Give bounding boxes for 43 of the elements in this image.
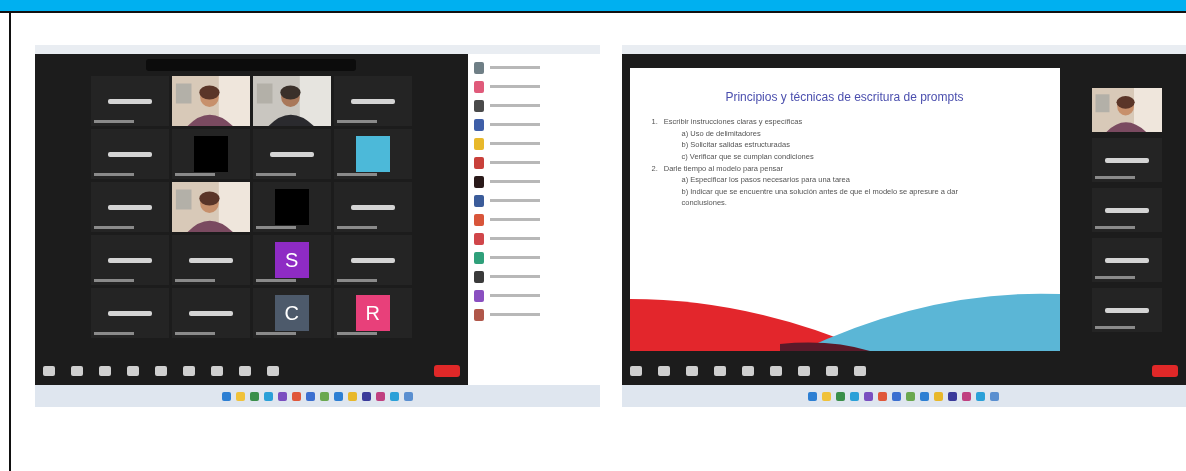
blurred-name — [489, 237, 540, 240]
blurred-name — [1104, 157, 1149, 163]
blurred-name — [350, 204, 395, 210]
slide-title: Principios y técnicas de escritura de prompts — [724, 90, 965, 104]
blurred-name — [489, 218, 540, 221]
toolbar-icon[interactable] — [685, 366, 698, 376]
blurred-name — [107, 310, 152, 316]
blurred-name — [489, 180, 540, 183]
blurred-name — [188, 310, 233, 316]
blurred-name — [489, 161, 540, 164]
toolbar-icon[interactable] — [853, 366, 866, 376]
toolbar-icon[interactable] — [713, 366, 726, 376]
toolbar-icon[interactable] — [769, 366, 782, 376]
blurred-name — [489, 275, 540, 278]
blurred-name — [489, 104, 540, 107]
avatar-letter: R — [365, 301, 380, 325]
blurred-name — [489, 294, 540, 297]
avatar-letter: C — [284, 301, 299, 325]
blurred-name — [1104, 207, 1149, 213]
blurred-name — [188, 257, 233, 263]
blurred-name — [489, 123, 540, 126]
toolbar-icon[interactable] — [797, 366, 810, 376]
blurred-name — [269, 151, 314, 157]
toolbar-icon[interactable] — [825, 366, 838, 376]
blurred-name — [489, 142, 540, 145]
avatar-letter: S — [285, 248, 299, 272]
blurred-name — [350, 98, 395, 104]
blurred-name — [350, 257, 395, 263]
blurred-name — [489, 256, 540, 259]
blurred-name — [1104, 257, 1149, 263]
blurred-name — [489, 313, 540, 316]
blurred-name — [1104, 307, 1149, 313]
blurred-name — [107, 151, 152, 157]
blurred-name — [489, 66, 540, 69]
blurred-name — [489, 199, 540, 202]
toolbar-icon[interactable] — [629, 366, 642, 376]
blurred-name — [107, 204, 152, 210]
blurred-name — [107, 257, 152, 263]
toolbar-icon[interactable] — [657, 366, 670, 376]
toolbar-icon[interactable] — [741, 366, 754, 376]
blurred-name — [107, 98, 152, 104]
end-button[interactable] — [433, 365, 460, 377]
blurred-name — [489, 85, 540, 88]
